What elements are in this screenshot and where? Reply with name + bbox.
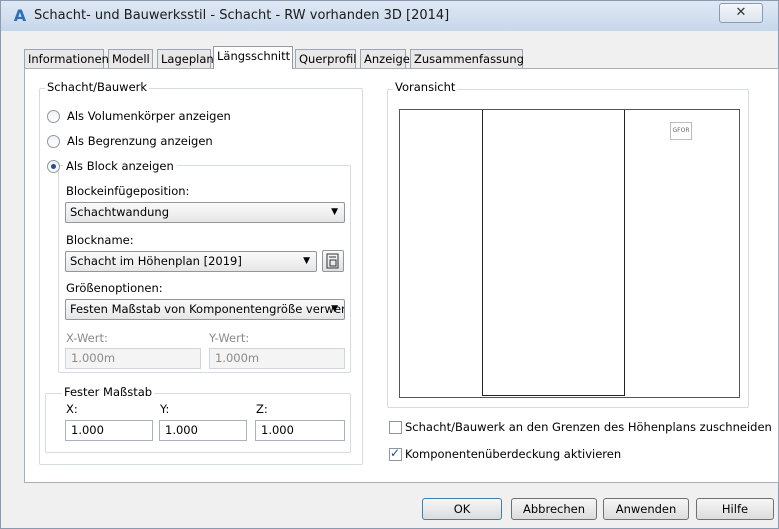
cover-checkbox[interactable]: [389, 446, 402, 461]
radio-block[interactable]: [47, 160, 60, 173]
clip-checkbox[interactable]: [389, 421, 402, 434]
viewcube-icon[interactable]: GFOR: [670, 122, 692, 140]
radio-volume-label: Als Volumenkörper anzeigen: [67, 109, 231, 123]
scale-z-field[interactable]: 1.000: [255, 420, 345, 441]
tab-lageplan[interactable]: Lageplan: [157, 49, 214, 68]
title-bar[interactable]: A Schacht- und Bauwerksstil - Schacht - …: [1, 1, 778, 31]
scale-z-label: Z:: [256, 402, 268, 416]
tab-informationen[interactable]: Informationen: [24, 49, 109, 68]
size-options-value: Festen Maßstab von Komponentengröße verw…: [70, 302, 345, 316]
cancel-button[interactable]: Abbrechen: [511, 498, 597, 520]
group-title: Schacht/Bauwerk: [45, 80, 150, 94]
dialog-window: A Schacht- und Bauwerksstil - Schacht - …: [0, 0, 779, 529]
y-value-label: Y-Wert:: [209, 331, 250, 345]
help-button[interactable]: Hilfe: [696, 498, 774, 520]
scale-x-label: X:: [66, 402, 78, 416]
scale-y-field[interactable]: 1.000: [159, 420, 247, 441]
close-button[interactable]: ✕: [719, 3, 763, 23]
tab-querprofil[interactable]: Querprofil: [295, 49, 356, 68]
block-name-select[interactable]: Schacht im Höhenplan [2019] ▼: [65, 251, 317, 272]
size-options-select[interactable]: Festen Maßstab von Komponentengröße verw…: [65, 299, 345, 320]
block-name-value: Schacht im Höhenplan [2019]: [70, 254, 242, 268]
apply-button[interactable]: Anwenden: [603, 498, 689, 520]
block-name-label: Blockname:: [66, 233, 134, 247]
scale-y-label: Y:: [160, 402, 170, 416]
block-insert-value: Schachtwandung: [70, 205, 169, 219]
tab-anzeige[interactable]: Anzeige: [360, 49, 410, 68]
cover-label: Komponentenüberdeckung aktivieren: [405, 447, 622, 461]
x-value-field[interactable]: 1.000m: [65, 348, 201, 369]
y-value-field[interactable]: 1.000m: [209, 348, 345, 369]
manhole-shape: [482, 110, 625, 396]
tab-zusammenfassung[interactable]: Zusammenfassung: [410, 49, 524, 68]
x-value-label: X-Wert:: [66, 331, 108, 345]
preview-canvas[interactable]: GFOR: [399, 109, 740, 398]
tab-laengsschnitt[interactable]: Längsschnitt: [213, 46, 293, 69]
tab-modell[interactable]: Modell: [108, 49, 153, 68]
radio-block-label: Als Block anzeigen: [63, 159, 177, 173]
radio-boundary-label: Als Begrenzung anzeigen: [67, 134, 213, 148]
autocad-civil-icon: A: [13, 6, 27, 25]
chevron-down-icon: ▼: [331, 207, 338, 217]
chevron-down-icon: ▼: [331, 304, 338, 314]
radio-volume[interactable]: [47, 110, 60, 123]
block-insert-select[interactable]: Schachtwandung ▼: [65, 202, 345, 223]
chevron-down-icon: ▼: [303, 256, 310, 266]
ok-button[interactable]: OK: [422, 498, 502, 520]
window-title: Schacht- und Bauwerksstil - Schacht - RW…: [34, 8, 450, 23]
size-options-label: Größenoptionen:: [66, 281, 163, 295]
browse-icon: [326, 253, 339, 269]
tab-panel: Schacht/Bauwerk Als Volumenkörper anzeig…: [24, 68, 779, 483]
preview-title: Voransicht: [393, 80, 458, 94]
radio-boundary[interactable]: [47, 135, 60, 148]
scale-x-field[interactable]: 1.000: [65, 420, 153, 441]
clip-label: Schacht/Bauwerk an den Grenzen des Höhen…: [405, 420, 772, 434]
fixed-scale-label: Fester Maßstab: [62, 385, 155, 399]
block-insert-label: Blockeinfügeposition:: [66, 184, 190, 198]
browse-block-button[interactable]: [322, 250, 344, 272]
